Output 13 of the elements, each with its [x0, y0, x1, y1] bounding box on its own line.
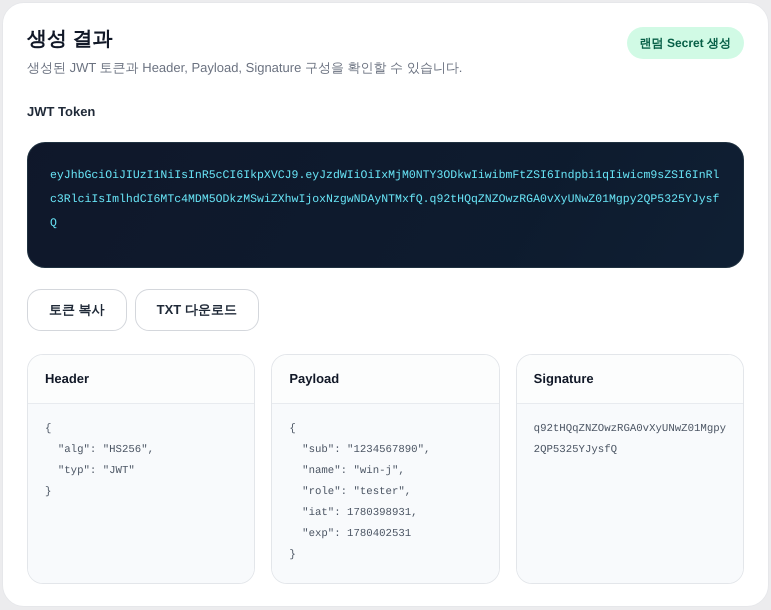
- random-secret-button[interactable]: 랜덤 Secret 생성: [626, 27, 744, 59]
- card-title: Header: [45, 370, 90, 388]
- download-txt-button[interactable]: TXT 다운로드: [134, 289, 259, 331]
- code-block: { "sub": "1234567890", "name": "win-j", "role": "tester", "iat": 1780398931, "exp": 1780402531 }: [272, 404, 499, 583]
- card-title: Payload: [289, 370, 340, 388]
- card-title: Signature: [534, 370, 594, 388]
- copy-token-button[interactable]: 토큰 복사: [27, 289, 127, 331]
- code-block: { "alg": "HS256", "typ": "JWT" }: [28, 404, 254, 583]
- token-display: eyJhbGciOiJIUzI1NiIsInR5cCI6IkpXVCJ9.eyJzdWIiOiIxMjM0NTY3ODkwIiwibmFtZSI6Indpbi1qIiwicm9sZSI6InRlc3RlciIsImlhdCI6MTc4MDM5ODkzMSwiZXhwIjoxNzgwNDAyNTMxfQ.q92tHQqZNZOwzRGA0vXyUNwZ01Mgpy2QP5325YJysfQ: [27, 142, 744, 268]
- description-text: 생성된 JWT 토큰과 Header, Payload, Signature 구성을 확인할 수 있습니다.: [27, 59, 462, 77]
- field-label: JWT Token: [27, 103, 96, 121]
- section-title: 생성 결과: [27, 27, 114, 51]
- code-block: q92tHQqZNZOwzRGA0vXyUNwZ01Mgpy2QP5325YJysfQ: [516, 404, 743, 583]
